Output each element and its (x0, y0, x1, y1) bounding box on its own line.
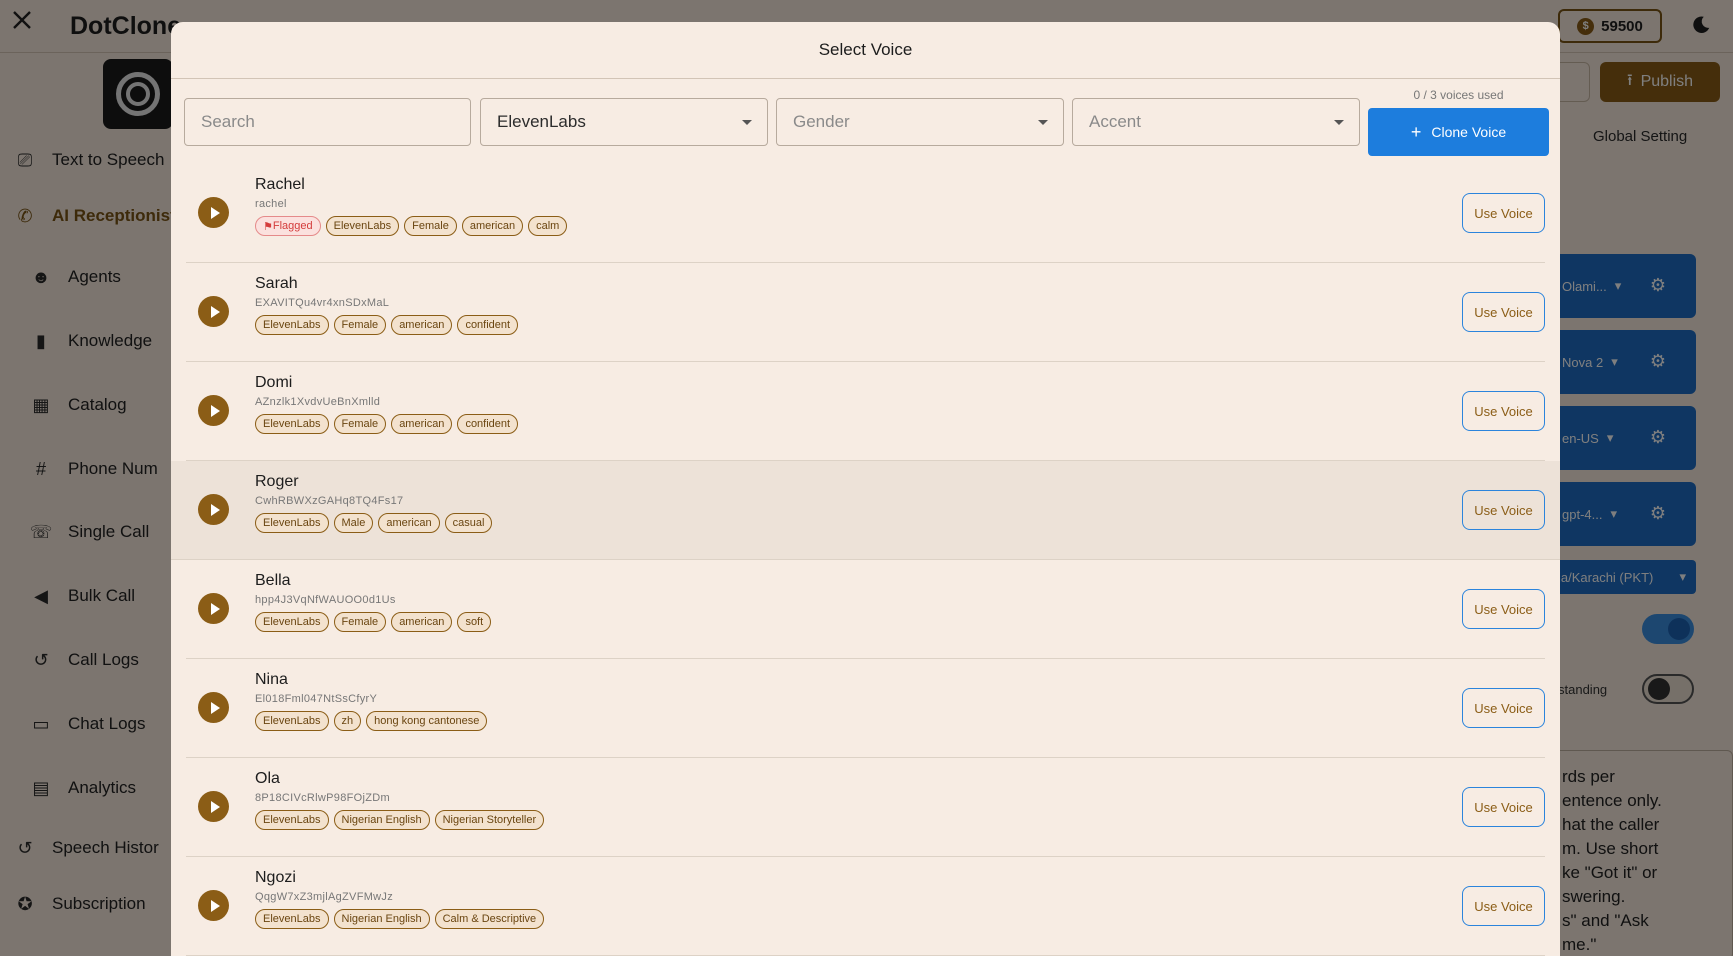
voice-tag: Female (333, 315, 387, 335)
voice-tag: american (391, 414, 453, 434)
use-voice-button[interactable]: Use Voice (1462, 688, 1545, 728)
voice-tag: ElevenLabs (325, 216, 400, 236)
voice-id: EXAVITQu4vr4xnSDxMaL (255, 297, 390, 309)
voice-id: AZnzlk1XvdvUeBnXmlld (255, 396, 381, 408)
voice-row: Bella hpp4J3VqNfWAUOO0d1Us ElevenLabs Femal… (186, 560, 1545, 659)
voice-name: Sarah (255, 275, 298, 292)
play-icon[interactable] (198, 395, 229, 426)
voice-name: Roger (255, 473, 299, 490)
voice-tag: Nigerian English (333, 810, 430, 830)
play-icon[interactable] (198, 692, 229, 723)
voice-tags: ElevenLabs Nigerian English Calm & Descrip… (255, 909, 545, 929)
play-icon[interactable] (198, 494, 229, 525)
voice-tag: ElevenLabs (255, 711, 329, 731)
voice-tag: confident (457, 414, 519, 434)
chevron-down-icon (1038, 120, 1048, 125)
voice-row: Domi AZnzlk1XvdvUeBnXmlld ElevenLabs Female… (186, 362, 1545, 461)
play-icon[interactable] (198, 890, 229, 921)
voice-tag: american (391, 315, 453, 335)
voice-tag: ElevenLabs (255, 513, 329, 533)
play-icon[interactable] (198, 296, 229, 327)
voice-name: Rachel (255, 176, 305, 193)
voice-tag: Female (404, 216, 457, 236)
voice-id: hpp4J3VqNfWAUOO0d1Us (255, 594, 396, 606)
voice-tag: american (378, 513, 440, 533)
voice-row: Ola 8P18CIVcRlwP98FOjZDm ElevenLabs Nigeria… (186, 758, 1545, 857)
voice-tags: ⚑ Flagged ElevenLabs Female american calm (255, 216, 568, 236)
voice-tag: confident (457, 315, 519, 335)
clone-voice-button[interactable]: + Clone Voice (1368, 108, 1549, 156)
voice-tags: ElevenLabs Female american soft (255, 612, 492, 632)
use-voice-button[interactable]: Use Voice (1462, 787, 1545, 827)
voice-tag: ElevenLabs (255, 810, 329, 830)
chevron-down-icon (1334, 120, 1344, 125)
voice-tag: Calm & Descriptive (434, 909, 545, 929)
voice-tag: Female (333, 612, 387, 632)
voice-tag: hong kong cantonese (366, 711, 488, 731)
voice-tags: ElevenLabs zh hong kong cantonese (255, 711, 488, 731)
play-icon[interactable] (198, 197, 229, 228)
voice-tag: ElevenLabs (255, 612, 329, 632)
voice-list: Rachel rachel ⚑ Flagged ElevenLabs Female ame… (171, 164, 1560, 956)
use-voice-button[interactable]: Use Voice (1462, 589, 1545, 629)
voice-id: rachel (255, 198, 287, 210)
voice-row: Sarah EXAVITQu4vr4xnSDxMaL ElevenLabs Femal… (186, 263, 1545, 362)
provider-select[interactable]: ElevenLabs (480, 98, 768, 146)
voice-name: Ngozi (255, 869, 296, 886)
voice-name: Domi (255, 374, 293, 391)
voice-id: El018Fml047NtSsCfyrY (255, 693, 378, 705)
voice-tag: Nigerian English (333, 909, 430, 929)
voice-tag: Female (333, 414, 387, 434)
voice-usage-counter: 0 / 3 voices used (1413, 88, 1504, 102)
use-voice-button[interactable]: Use Voice (1462, 391, 1545, 431)
voice-tag: american (461, 216, 524, 236)
use-voice-button[interactable]: Use Voice (1462, 292, 1545, 332)
voice-id: 8P18CIVcRlwP98FOjZDm (255, 792, 390, 804)
flagged-badge: ⚑ Flagged (255, 216, 321, 236)
voice-tag: Nigerian Storyteller (434, 810, 545, 830)
voice-name: Nina (255, 671, 288, 688)
play-icon[interactable] (198, 593, 229, 624)
flag-icon: ⚑ (263, 220, 273, 233)
voice-name: Bella (255, 572, 291, 589)
use-voice-button[interactable]: Use Voice (1462, 886, 1545, 926)
select-voice-dialog: Select Voice Search ElevenLabs Gender Ac… (171, 22, 1560, 956)
voice-id: QqgW7xZ3mjlAgZVFMwJz (255, 891, 394, 903)
voice-tag: ElevenLabs (255, 315, 329, 335)
plus-icon: + (1410, 121, 1422, 142)
search-input[interactable]: Search (184, 98, 471, 146)
voice-tag: soft (457, 612, 492, 632)
voice-row: Roger CwhRBWXzGAHq8TQ4Fs17 ElevenLabs Male a… (171, 461, 1560, 560)
voice-tag: casual (444, 513, 493, 533)
voice-name: Ola (255, 770, 280, 787)
voice-tags: ElevenLabs Female american confident (255, 414, 519, 434)
use-voice-button[interactable]: Use Voice (1462, 193, 1545, 233)
voice-row: Nina El018Fml047NtSsCfyrY ElevenLabs zh hong… (186, 659, 1545, 758)
voice-row: Ngozi QqgW7xZ3mjlAgZVFMwJz ElevenLabs Niger… (186, 857, 1545, 956)
use-voice-button[interactable]: Use Voice (1462, 490, 1545, 530)
play-icon[interactable] (198, 791, 229, 822)
voice-tags: ElevenLabs Nigerian English Nigerian Story… (255, 810, 545, 830)
dialog-title: Select Voice (171, 22, 1560, 79)
voice-tag: calm (528, 216, 568, 236)
voice-id: CwhRBWXzGAHq8TQ4Fs17 (255, 495, 404, 507)
voice-tags: ElevenLabs Female american confident (255, 315, 519, 335)
chevron-down-icon (742, 120, 752, 125)
voice-tag: zh (333, 711, 362, 731)
voice-row: Rachel rachel ⚑ Flagged ElevenLabs Female ame… (186, 164, 1545, 263)
gender-select[interactable]: Gender (776, 98, 1064, 146)
voice-tag: Male (333, 513, 374, 533)
voice-tag: american (391, 612, 453, 632)
voice-tag: ElevenLabs (255, 414, 329, 434)
accent-select[interactable]: Accent (1072, 98, 1360, 146)
voice-tag: ElevenLabs (255, 909, 329, 929)
voice-tags: ElevenLabs Male american casual (255, 513, 493, 533)
